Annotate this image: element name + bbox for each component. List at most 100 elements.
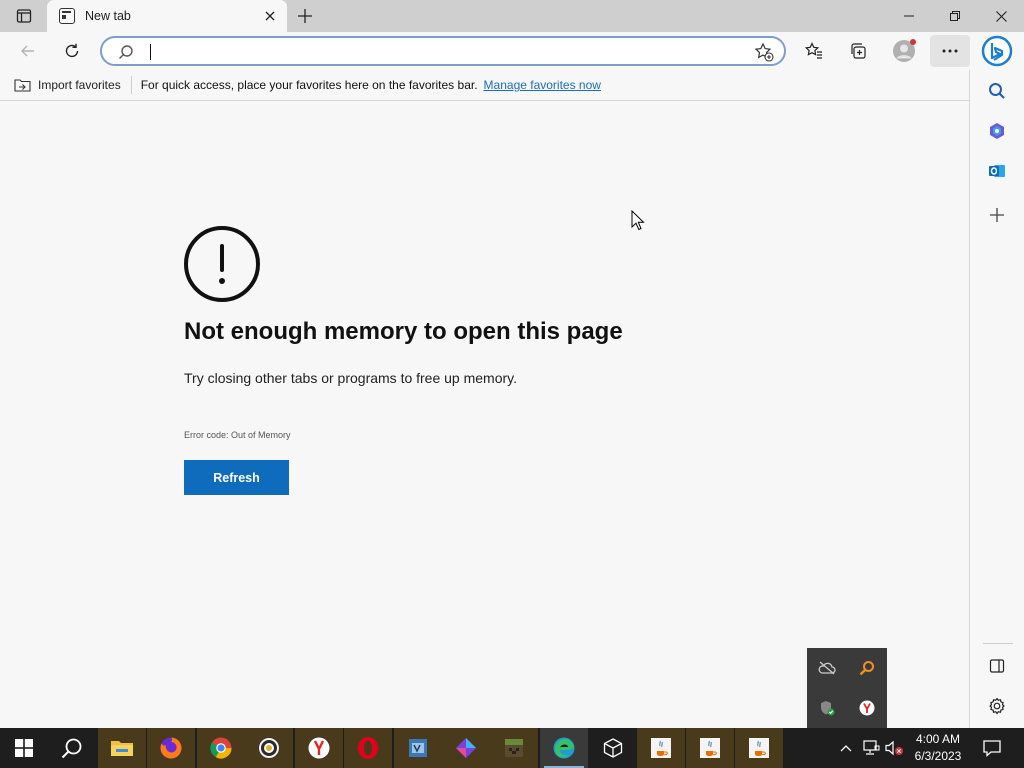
volume-button[interactable] xyxy=(884,738,904,758)
title-bar: New tab xyxy=(0,0,1024,32)
outlook-icon xyxy=(989,165,1005,177)
search-icon xyxy=(61,738,82,759)
add-icon xyxy=(990,208,1004,222)
tab-new-tab[interactable]: New tab xyxy=(47,0,287,32)
back-arrow-icon xyxy=(21,45,34,57)
tab-actions-button[interactable] xyxy=(8,4,40,28)
sidebar-item-copilot[interactable] xyxy=(982,116,1012,146)
favorites-prompt: For quick access, place your favorites h… xyxy=(140,78,478,92)
address-input[interactable] xyxy=(154,42,734,62)
chrome-icon xyxy=(210,737,232,759)
clock-time: 4:00 AM xyxy=(915,732,961,746)
start-button[interactable] xyxy=(0,728,48,768)
mouse-cursor-icon xyxy=(631,210,645,231)
onedrive-offline-icon[interactable] xyxy=(817,658,837,678)
refresh-button[interactable] xyxy=(56,35,88,67)
taskbar-3d-viewer[interactable] xyxy=(589,728,637,768)
minecraft-icon xyxy=(505,739,523,757)
favorites-button[interactable] xyxy=(798,35,830,67)
divider xyxy=(983,643,1013,644)
collections-button[interactable] xyxy=(842,35,874,67)
edge-sidebar xyxy=(969,70,1024,728)
back-button[interactable] xyxy=(12,35,44,67)
notification-icon xyxy=(983,740,1001,757)
favorites-bar: Import favorites For quick access, place… xyxy=(0,70,970,101)
sidebar-item-outlook[interactable] xyxy=(982,156,1012,186)
error-code: Error code: Out of Memory xyxy=(184,430,291,440)
show-hidden-icons-button[interactable] xyxy=(838,740,854,756)
taskbar-visual-studio[interactable] xyxy=(394,728,442,768)
tab-close-button[interactable] xyxy=(259,5,281,27)
refresh-page-button[interactable]: Refresh xyxy=(184,460,289,495)
text-caret xyxy=(150,44,151,60)
network-icon xyxy=(863,740,880,755)
network-button[interactable] xyxy=(861,738,881,758)
taskbar-edge[interactable] xyxy=(540,728,588,768)
error-page: Not enough memory to open this page Try … xyxy=(0,102,969,728)
restore-button[interactable] xyxy=(932,0,978,32)
toolbar xyxy=(0,32,1024,70)
bing-chat-button[interactable] xyxy=(980,34,1014,68)
taskbar-search-button[interactable] xyxy=(48,728,96,768)
exclamation-icon xyxy=(184,226,260,302)
opera-icon xyxy=(358,737,378,759)
import-folder-icon xyxy=(14,79,31,92)
taskbar-affinity[interactable] xyxy=(442,728,490,768)
taskbar-minecraft[interactable] xyxy=(490,728,538,768)
sidebar-item-split-screen[interactable] xyxy=(982,651,1012,681)
firefox-icon xyxy=(160,737,182,759)
avatar-icon xyxy=(893,39,916,62)
system-clock[interactable]: 4:00 AM 6/3/2023 xyxy=(908,731,968,765)
tab-actions-icon xyxy=(16,9,32,23)
close-window-button[interactable] xyxy=(978,0,1024,32)
error-title: Not enough memory to open this page xyxy=(184,318,623,345)
new-tab-page-icon xyxy=(59,8,75,24)
taskbar-file-explorer[interactable] xyxy=(98,728,146,768)
tray-overflow-flyout xyxy=(807,648,887,728)
split-screen-icon xyxy=(989,659,1005,673)
settings-and-more-button[interactable] xyxy=(930,35,970,67)
windows-start-icon xyxy=(15,739,33,757)
sidebar-item-add[interactable] xyxy=(982,200,1012,230)
manage-favorites-link[interactable]: Manage favorites now xyxy=(484,78,601,92)
taskbar-firefox[interactable] xyxy=(147,728,195,768)
search-tool-icon[interactable] xyxy=(857,658,877,678)
security-shield-icon[interactable] xyxy=(817,698,837,718)
volume-muted-icon xyxy=(885,740,903,756)
taskbar-chrome[interactable] xyxy=(197,728,245,768)
taskbar-java-2[interactable] xyxy=(686,728,734,768)
chevron-up-icon xyxy=(840,745,852,752)
taskbar-yandex[interactable] xyxy=(295,728,343,768)
java-icon xyxy=(651,738,671,758)
yandex-icon xyxy=(308,737,330,759)
divider xyxy=(130,76,132,94)
bing-icon xyxy=(981,35,1013,67)
yandex-icon[interactable] xyxy=(857,698,877,718)
copilot-icon xyxy=(990,123,1004,139)
taskbar-brave[interactable] xyxy=(245,728,293,768)
package-icon xyxy=(603,738,623,758)
file-explorer-icon xyxy=(111,741,133,756)
add-favorite-icon[interactable] xyxy=(754,42,774,62)
address-bar[interactable] xyxy=(100,36,786,66)
sidebar-item-settings[interactable] xyxy=(982,691,1012,721)
sidebar-item-search[interactable] xyxy=(982,76,1012,106)
close-icon xyxy=(995,10,1007,22)
profile-button[interactable] xyxy=(888,35,920,67)
minimize-icon xyxy=(904,15,914,17)
taskbar-java-3[interactable] xyxy=(735,728,783,768)
minimize-button[interactable] xyxy=(886,0,932,32)
taskbar-java-1[interactable] xyxy=(637,728,685,768)
settings-icon xyxy=(989,697,1005,715)
restore-icon xyxy=(950,11,960,21)
error-description: Try closing other tabs or programs to fr… xyxy=(184,370,518,386)
import-favorites-button[interactable]: Import favorites xyxy=(14,78,121,92)
tab-title: New tab xyxy=(85,9,131,23)
taskbar-opera[interactable] xyxy=(344,728,392,768)
plus-icon xyxy=(298,9,312,23)
new-tab-button[interactable] xyxy=(292,3,318,29)
search-icon xyxy=(119,45,133,59)
favorites-icon xyxy=(805,42,822,59)
more-icon xyxy=(942,49,958,53)
notification-center-button[interactable] xyxy=(980,736,1004,760)
